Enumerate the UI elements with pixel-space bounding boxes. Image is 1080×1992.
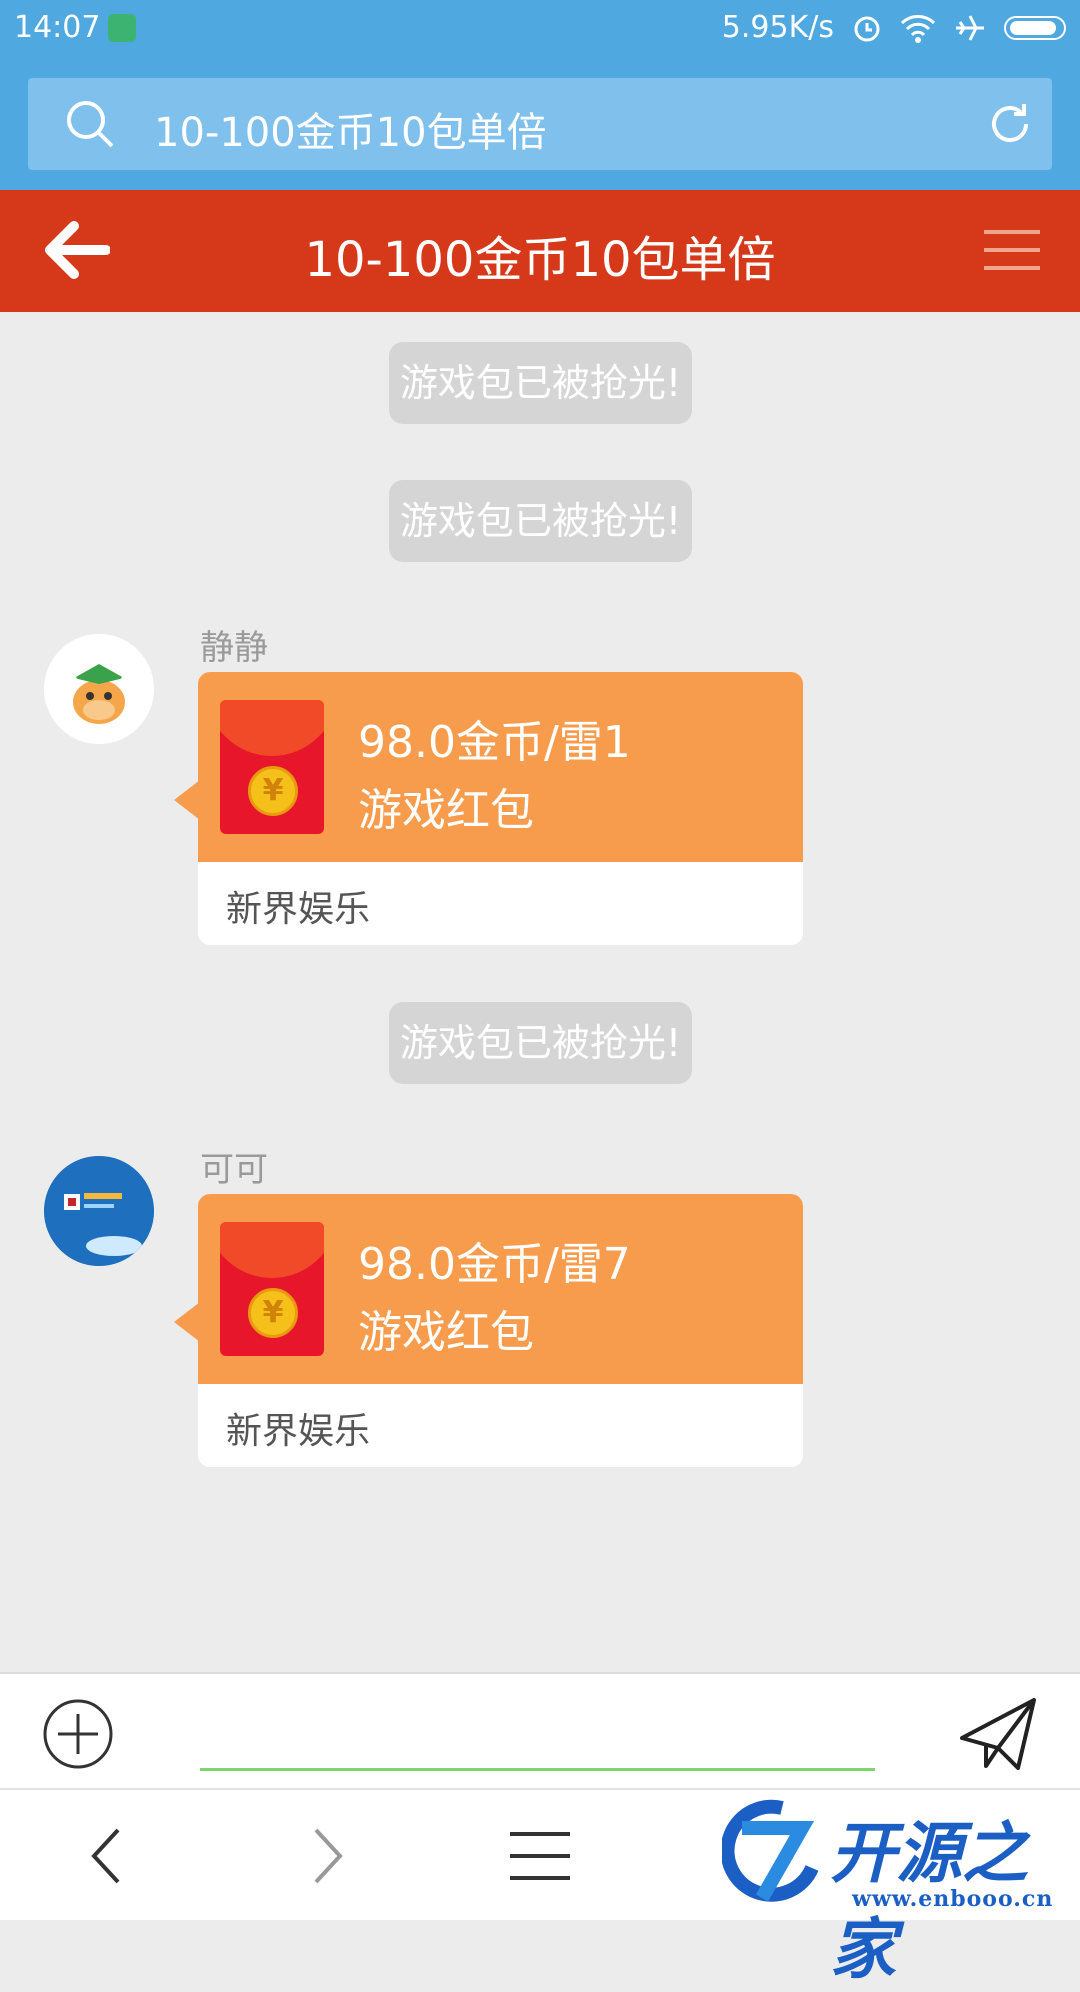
url-text[interactable]: 10-100金币10包单倍 <box>154 100 547 158</box>
chevron-right-icon[interactable] <box>296 1826 356 1886</box>
bubble-tail <box>174 780 200 820</box>
net-speed: 5.95K/s <box>721 10 834 45</box>
red-packet-label: 游戏红包 <box>358 785 534 836</box>
browser-url-bar: 10-100金币10包单倍 <box>0 56 1080 190</box>
watermark-logo: 开源之家 www.enbooo.cn <box>720 1798 1072 1988</box>
red-packet-card[interactable]: ¥ 98.0金币/雷1 游戏红包 新界娱乐 <box>198 672 803 945</box>
coin-icon: ¥ <box>248 1288 298 1338</box>
system-message: 游戏包已被抢光! <box>389 342 692 424</box>
chevron-left-icon[interactable] <box>78 1826 138 1886</box>
blue-avatar-image <box>44 1156 154 1266</box>
red-packet-source: 新界娱乐 <box>226 1411 371 1452</box>
message-input-bar <box>0 1672 1080 1788</box>
red-packet-top: ¥ 98.0金币/雷7 游戏红包 <box>198 1194 803 1384</box>
avatar[interactable] <box>44 1156 154 1266</box>
hamburger-icon[interactable] <box>510 1826 570 1886</box>
sender-name: 可可 <box>200 1150 268 1190</box>
battery-icon <box>1004 15 1066 40</box>
send-icon[interactable] <box>958 1694 1038 1774</box>
red-packet-amount: 98.0金币/雷1 <box>358 717 631 768</box>
status-icons: 5.95K/s <box>722 10 1066 45</box>
refresh-icon[interactable] <box>986 100 1034 148</box>
search-icon[interactable] <box>64 98 116 150</box>
red-envelope-icon: ¥ <box>220 1222 324 1356</box>
watermark-url: www.enbooo.cn <box>852 1886 1054 1912</box>
red-packet-card[interactable]: ¥ 98.0金币/雷7 游戏红包 新界娱乐 <box>198 1194 803 1467</box>
red-packet-amount: 98.0金币/雷7 <box>358 1239 631 1290</box>
watermark-emblem-icon <box>720 1799 819 1902</box>
airplane-icon <box>956 14 984 41</box>
wifi-icon <box>900 14 936 43</box>
url-input[interactable]: 10-100金币10包单倍 <box>28 78 1052 170</box>
menu-icon[interactable] <box>984 228 1040 272</box>
red-envelope-icon: ¥ <box>220 700 324 834</box>
bubble-tail <box>174 1302 200 1342</box>
android-notification-icon <box>108 14 136 42</box>
status-bar: 14:07 5.95K/s <box>0 0 1080 56</box>
status-time: 14:07 <box>14 10 101 45</box>
coin-icon: ¥ <box>248 766 298 816</box>
cow-avatar-image <box>44 634 154 744</box>
add-circle-icon[interactable] <box>42 1698 114 1770</box>
system-message: 游戏包已被抢光! <box>389 1002 692 1084</box>
red-packet-label: 游戏红包 <box>358 1307 534 1358</box>
back-arrow-icon[interactable] <box>40 220 110 280</box>
browser-nav-bar: 开源之家 www.enbooo.cn <box>0 1788 1080 1988</box>
avatar[interactable] <box>44 634 154 744</box>
system-message: 游戏包已被抢光! <box>389 480 692 562</box>
red-packet-top: ¥ 98.0金币/雷1 游戏红包 <box>198 672 803 862</box>
chat-header: 10-100金币10包单倍 <box>0 190 1080 312</box>
alarm-icon <box>854 16 880 41</box>
sender-name: 静静 <box>200 628 268 668</box>
red-packet-source: 新界娱乐 <box>226 889 371 930</box>
page-title: 10-100金币10包单倍 <box>304 232 776 288</box>
message-input[interactable] <box>200 1768 875 1771</box>
